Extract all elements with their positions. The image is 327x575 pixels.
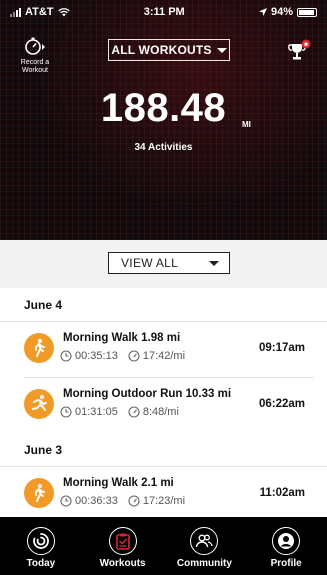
bottom-tab-bar: Today Workouts Community Profile bbox=[0, 517, 327, 575]
caret-down-icon bbox=[216, 47, 227, 53]
clock-icon bbox=[60, 406, 72, 418]
workouts-clipboard-icon bbox=[115, 533, 130, 550]
pace-gauge-icon bbox=[128, 406, 140, 418]
activity-count: 34 Activities bbox=[134, 142, 193, 153]
profile-icon bbox=[278, 533, 295, 549]
view-filter-bar: VIEW ALL bbox=[0, 240, 327, 288]
workout-pace: 8:48/mi bbox=[142, 406, 179, 418]
workout-duration: 01:31:05 bbox=[75, 406, 118, 418]
battery-icon bbox=[296, 7, 317, 17]
date-header: June 3 bbox=[0, 434, 327, 466]
workout-time: 11:02am bbox=[259, 487, 305, 499]
record-workout-label-2: Workout bbox=[22, 67, 48, 74]
caret-down-icon bbox=[209, 260, 219, 266]
tab-label: Profile bbox=[270, 558, 302, 569]
workout-time: 09:17am bbox=[258, 342, 305, 354]
workout-row[interactable]: Morning Outdoor Run 10.33 mi 01:31:05 8:… bbox=[0, 378, 327, 434]
workout-row[interactable]: Morning Walk 2.1 mi 00:36:33 17:23/mi 11… bbox=[0, 467, 327, 523]
record-workout-label-1: Record a bbox=[20, 59, 50, 66]
workout-type-label: ALL WORKOUTS bbox=[111, 43, 212, 57]
workout-duration: 00:36:33 bbox=[75, 495, 118, 507]
workout-pace: 17:42/mi bbox=[142, 350, 186, 362]
walk-icon bbox=[24, 478, 54, 508]
community-icon bbox=[196, 534, 214, 548]
stopwatch-icon bbox=[25, 37, 45, 55]
pace-gauge-icon bbox=[128, 495, 140, 507]
view-all-label: VIEW ALL bbox=[121, 256, 179, 270]
stats-header: AT&T 3:11 PM 94% Record a Workout ALL WO bbox=[0, 0, 327, 240]
tab-today[interactable]: Today bbox=[9, 527, 73, 569]
workout-row[interactable]: Morning Walk 1.98 mi 00:35:13 17:42/mi 0… bbox=[0, 322, 327, 378]
workout-type-dropdown[interactable]: ALL WORKOUTS bbox=[108, 39, 230, 61]
walk-icon bbox=[24, 333, 54, 363]
workout-duration: 00:35:13 bbox=[75, 350, 118, 362]
date-header: June 4 bbox=[0, 288, 327, 322]
signal-icon bbox=[10, 7, 21, 17]
pace-gauge-icon bbox=[128, 350, 140, 362]
view-all-dropdown[interactable]: VIEW ALL bbox=[108, 252, 230, 274]
status-bar: AT&T 3:11 PM 94% bbox=[0, 0, 327, 24]
tab-label: Community bbox=[176, 558, 232, 569]
distance-unit: MI bbox=[242, 120, 251, 129]
today-ring-icon bbox=[33, 533, 49, 549]
clock-icon bbox=[60, 495, 72, 507]
record-workout-button[interactable]: Record a Workout bbox=[14, 36, 56, 75]
tab-label: Today bbox=[26, 558, 56, 569]
battery-percent: 94% bbox=[270, 6, 293, 18]
tab-profile[interactable]: Profile bbox=[254, 527, 318, 569]
workout-title: Morning Walk 1.98 mi bbox=[63, 332, 181, 344]
carrier-label: AT&T bbox=[25, 6, 54, 18]
workout-title: Morning Outdoor Run 10.33 mi bbox=[63, 388, 232, 400]
clock: 3:11 PM bbox=[143, 6, 185, 18]
tab-workouts[interactable]: Workouts bbox=[91, 527, 155, 569]
workout-time: 06:22am bbox=[258, 398, 305, 410]
workout-pace: 17:23/mi bbox=[142, 495, 186, 507]
tab-community[interactable]: Community bbox=[172, 527, 236, 569]
clock-icon bbox=[60, 350, 72, 362]
wifi-icon bbox=[57, 7, 70, 16]
location-arrow-icon bbox=[258, 8, 267, 16]
tab-label: Workouts bbox=[99, 558, 146, 569]
trophy-icon[interactable] bbox=[287, 38, 313, 64]
workout-title: Morning Walk 2.1 mi bbox=[63, 477, 174, 489]
total-distance-value: 188.48 bbox=[100, 86, 227, 130]
run-icon bbox=[24, 389, 54, 419]
